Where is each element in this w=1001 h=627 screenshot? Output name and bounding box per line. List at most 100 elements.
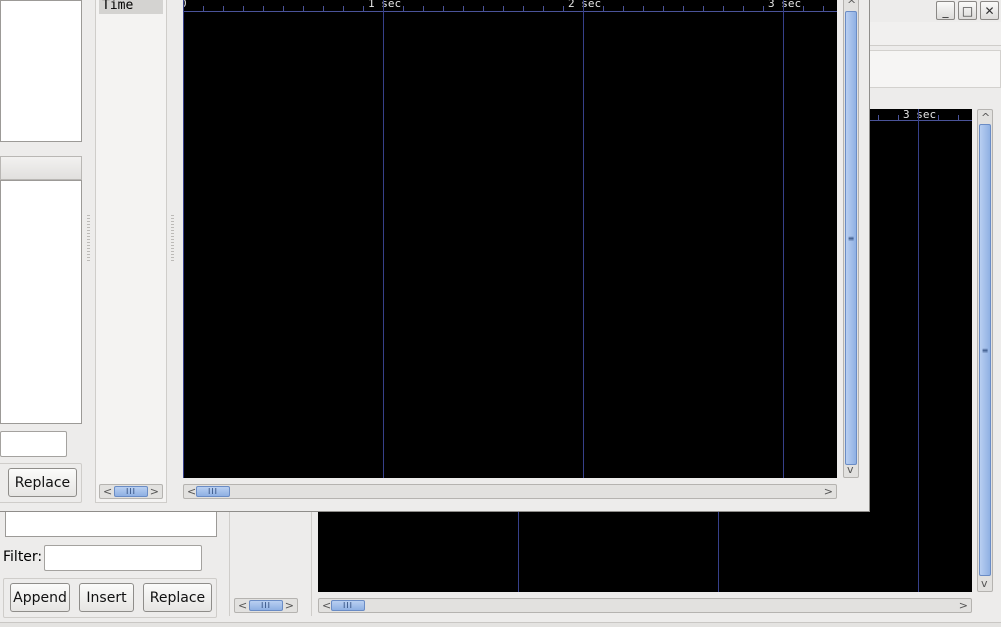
ruler-minor-tick <box>958 115 959 120</box>
ruler-minor-tick <box>623 6 624 11</box>
ruler-minor-tick <box>343 6 344 11</box>
ruler-minor-tick <box>243 6 244 11</box>
thumb-grip: III <box>207 487 219 496</box>
ruler-minor-tick <box>898 115 899 120</box>
thumb-grip: III <box>260 601 272 610</box>
vthumb-grip: ≡ <box>847 233 855 243</box>
ruler-minor-tick <box>323 6 324 11</box>
signals-column-hscrollbar[interactable]: < III > <box>99 484 163 499</box>
hscroll-thumb[interactable]: III <box>196 486 230 497</box>
ruler-label-1: 1 sec <box>368 0 402 10</box>
ruler-minor-tick <box>703 6 704 11</box>
scroll-right-icon[interactable]: > <box>959 600 968 611</box>
time-ruler: 0 1 sec 2 sec 3 sec <box>183 0 837 14</box>
minimize-icon: _ <box>942 3 949 18</box>
ruler-minor-tick <box>263 6 264 11</box>
scroll-left-icon[interactable]: < <box>238 600 247 611</box>
scroll-left-icon[interactable]: < <box>322 600 331 611</box>
ruler-label-2: 2 sec <box>568 0 602 10</box>
ruler-minor-tick <box>938 115 939 120</box>
ruler-minor-tick <box>723 6 724 11</box>
ruler-minor-tick <box>523 6 524 11</box>
close-icon: ✕ <box>984 3 995 18</box>
close-button[interactable]: ✕ <box>980 1 999 20</box>
ruler-minor-tick <box>563 6 564 11</box>
signals-column-hscroll-thumb[interactable]: III <box>114 486 148 497</box>
toolbar-region <box>868 50 1001 88</box>
ruler-minor-tick <box>743 6 744 11</box>
ruler-minor-tick <box>543 6 544 11</box>
filter-label: Filter: <box>3 549 43 565</box>
splitter-grip[interactable] <box>171 215 174 263</box>
vertical-scrollbar[interactable]: ^ ≡ v <box>843 0 859 478</box>
pane-divider <box>311 512 312 616</box>
back-vertical-scrollbar[interactable]: ^ ≡ v <box>977 109 993 592</box>
ruler-minor-tick <box>463 6 464 11</box>
ruler-minor-tick <box>423 6 424 11</box>
ruler-minor-tick <box>443 6 444 11</box>
ruler-minor-tick <box>403 6 404 11</box>
scroll-right-icon[interactable]: > <box>285 600 294 611</box>
grid-line <box>783 0 784 478</box>
ruler-minor-tick <box>683 6 684 11</box>
grid-line <box>183 0 184 478</box>
pane-divider <box>229 512 230 616</box>
ruler-minor-tick <box>503 6 504 11</box>
ruler-minor-tick <box>363 6 364 11</box>
horizontal-scrollbar[interactable]: < III > <box>183 484 837 499</box>
scroll-down-icon[interactable]: v <box>981 578 988 589</box>
bottom-strip <box>0 622 1001 627</box>
back-ruler-label-3: 3 sec <box>903 109 937 121</box>
front-window: Replace Time < III > 0 1 sec 2 sec 3 sec… <box>0 0 870 512</box>
ruler-minor-tick <box>223 6 224 11</box>
signal-list-box[interactable] <box>5 511 217 537</box>
ruler-minor-tick <box>803 6 804 11</box>
toolbar-area <box>868 22 1001 46</box>
ruler-minor-tick <box>283 6 284 11</box>
splitter-grip[interactable] <box>87 215 90 263</box>
scroll-left-icon[interactable]: < <box>187 486 196 497</box>
filter-input[interactable] <box>44 545 202 571</box>
ruler-minor-tick <box>303 6 304 11</box>
ruler-minor-tick <box>603 6 604 11</box>
ruler-minor-tick <box>823 6 824 11</box>
ruler-label-3: 3 sec <box>768 0 802 10</box>
back-hscroll-thumb[interactable]: III <box>331 600 365 611</box>
signals-hscroll-thumb[interactable]: III <box>249 600 283 611</box>
scroll-right-icon[interactable]: > <box>824 486 833 497</box>
maximize-icon: □ <box>961 3 974 18</box>
waveform-view[interactable]: 0 1 sec 2 sec 3 sec <box>183 0 837 478</box>
minimize-button[interactable]: _ <box>936 1 955 20</box>
ruler-line <box>183 11 837 12</box>
back-horizontal-scrollbar[interactable]: < III > <box>318 598 972 613</box>
ruler-minor-tick <box>643 6 644 11</box>
signals-column <box>95 0 167 503</box>
time-signal-label: Time <box>102 0 134 13</box>
thumb-grip: III <box>342 601 354 610</box>
scroll-right-icon[interactable]: > <box>150 486 159 497</box>
back-grid-line <box>918 109 919 592</box>
signals-list[interactable] <box>0 180 82 424</box>
maximize-button[interactable]: □ <box>958 1 977 20</box>
back-signals-hscrollbar[interactable]: < III > <box>234 598 298 613</box>
ruler-minor-tick <box>663 6 664 11</box>
scroll-down-icon[interactable]: v <box>847 464 854 475</box>
scroll-left-icon[interactable]: < <box>103 486 112 497</box>
left-button-group <box>0 463 82 503</box>
grid-line <box>583 0 584 478</box>
vscroll-thumb[interactable]: ≡ <box>845 11 857 465</box>
bottom-group-border <box>3 578 217 618</box>
thumb-grip: III <box>125 487 137 496</box>
search-input[interactable] <box>0 431 67 457</box>
ruler-minor-tick <box>203 6 204 11</box>
ruler-minor-tick <box>483 6 484 11</box>
signals-header <box>0 156 82 180</box>
ruler-minor-tick <box>763 6 764 11</box>
scroll-up-icon[interactable]: ^ <box>847 0 856 10</box>
hierarchy-tree[interactable] <box>0 0 82 142</box>
ruler-minor-tick <box>878 115 879 120</box>
scroll-up-icon[interactable]: ^ <box>981 112 990 123</box>
back-vscroll-thumb[interactable]: ≡ <box>979 124 991 576</box>
vthumb-grip: ≡ <box>981 345 989 355</box>
grid-line <box>383 0 384 478</box>
